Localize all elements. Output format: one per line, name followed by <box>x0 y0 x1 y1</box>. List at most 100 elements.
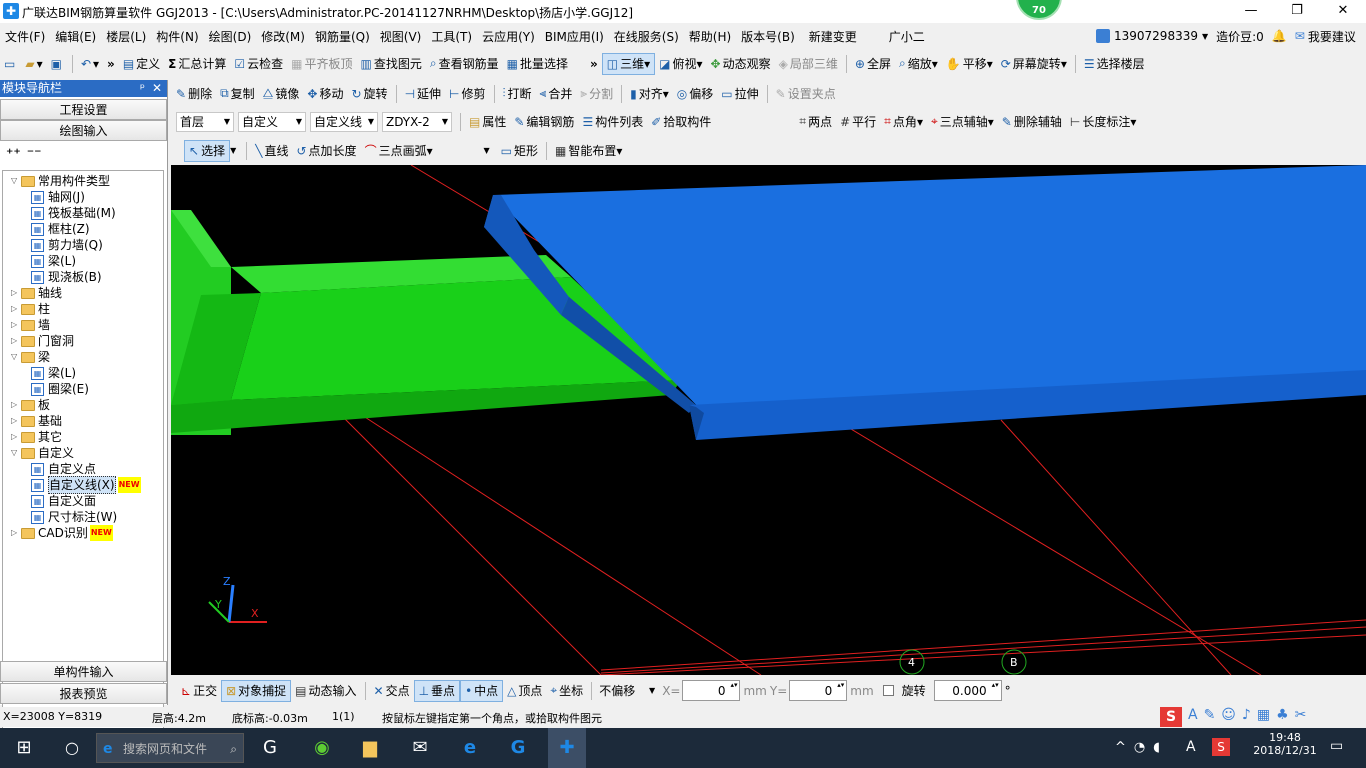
menu-item-10[interactable]: BIM应用(I) <box>540 28 609 45</box>
two-points-button[interactable]: ⌗ 两点 <box>795 111 836 133</box>
ortho-toggle[interactable]: ⊾ 正交 <box>177 680 221 702</box>
ime-indicator[interactable]: A <box>1186 739 1196 755</box>
name-select[interactable]: ZDYX-2 ▼ <box>382 111 452 132</box>
menu-item-13[interactable]: 版本号(B) <box>736 28 800 45</box>
view-3d-button[interactable]: ◫ 三维 ▾ <box>601 52 656 75</box>
menu-item-7[interactable]: 视图(V) <box>375 28 427 45</box>
split-button[interactable]: ⫸ 分割 <box>576 83 617 105</box>
tree-item-17[interactable]: ▽ 自定义 <box>11 445 74 461</box>
trim-button[interactable]: ⊢ 修剪 <box>445 83 489 105</box>
merge-button[interactable]: ⫷ 合并 <box>536 83 577 105</box>
overflow-chevron[interactable]: » <box>103 53 119 75</box>
select-button[interactable]: ↖ 选择 <box>184 139 231 162</box>
score-badge[interactable]: 70 <box>1016 0 1062 20</box>
tree-item-0[interactable]: ▽ 常用构件类型 <box>11 173 110 189</box>
dynamic-input-toggle[interactable]: ▤ 动态输入 <box>291 680 360 702</box>
top-view-button[interactable]: ◪ 俯视 ▾ <box>655 53 706 75</box>
arc-option-select[interactable]: ▼ <box>437 141 493 161</box>
expand-all-icon[interactable]: ⁺⁺ <box>6 146 21 162</box>
menu-item-9[interactable]: 云应用(Y) <box>477 28 540 45</box>
type-select[interactable]: 自定义线 ▼ <box>310 111 378 132</box>
local-3d-button[interactable]: ◈ 局部三维 <box>775 53 842 75</box>
menu-item-5[interactable]: 修改(M) <box>256 28 310 45</box>
define-button[interactable]: ▤ 定义 <box>119 53 164 75</box>
suggest-link[interactable]: 我要建议 <box>1308 28 1356 45</box>
glodon-g-icon[interactable]: G <box>504 734 532 762</box>
drawing-input-button[interactable]: 绘图输入 <box>0 120 167 141</box>
account-phone[interactable]: 13907298339 <box>1114 29 1198 43</box>
perpendicular-snap[interactable]: ⊥ 垂点 <box>413 679 461 702</box>
smart-layout-button[interactable]: ▦ 智能布置 ▾ <box>551 140 626 162</box>
open-file-button[interactable]: ▰ ▾ <box>21 53 46 75</box>
dynamic-view-button[interactable]: ✥ 动态观察 <box>707 53 775 75</box>
collapse-toggle-icon[interactable]: ▽ <box>11 349 21 365</box>
collapse-toggle-icon[interactable]: ▽ <box>11 173 21 189</box>
expand-toggle-icon[interactable]: ▷ <box>11 397 21 413</box>
app-g-icon[interactable]: G <box>256 734 284 762</box>
expand-toggle-icon[interactable]: ▷ <box>11 301 21 317</box>
tree-item-5[interactable]: ▦ 梁(L) <box>31 253 76 269</box>
select-floor-button[interactable]: ☰ 选择楼层 <box>1080 53 1149 75</box>
clock[interactable]: 19:48 2018/12/31 <box>1246 731 1324 757</box>
break-button[interactable]: ⫶ 打断 <box>499 83 536 105</box>
browser-360-icon[interactable]: ◉ <box>308 734 336 762</box>
tree-item-14[interactable]: ▷ 板 <box>11 397 50 413</box>
copy-button[interactable]: ⧉ 复制 <box>216 83 259 105</box>
menu-item-12[interactable]: 帮助(H) <box>684 28 736 45</box>
summary-button[interactable]: Σ 汇总计算 <box>164 53 230 75</box>
x-input[interactable]: 0 <box>682 680 741 701</box>
tree-item-15[interactable]: ▷ 基础 <box>11 413 62 429</box>
taskbar-search[interactable]: e 搜索网页和文件 ⌕ <box>96 733 244 763</box>
single-input-button[interactable]: 单构件输入 <box>0 661 167 682</box>
point-length-button[interactable]: ↺ 点加长度 <box>292 140 360 162</box>
minimize-button[interactable]: — <box>1228 0 1274 23</box>
tree-item-12[interactable]: ▦ 梁(L) <box>31 365 76 381</box>
coord-snap[interactable]: ⌖ 坐标 <box>546 680 587 702</box>
three-point-arc-button[interactable]: ⌒ 三点画弧 ▾ <box>361 140 437 162</box>
tree-item-1[interactable]: ▦ 轴网(J) <box>31 189 85 205</box>
tree-item-18[interactable]: ▦ 自定义点 <box>31 461 96 477</box>
intersect-snap[interactable]: ✕ 交点 <box>370 680 414 702</box>
menu-item-8[interactable]: 工具(T) <box>426 28 477 45</box>
menu-item-1[interactable]: 编辑(E) <box>50 28 101 45</box>
menu-item-6[interactable]: 钢筋量(Q) <box>310 28 375 45</box>
rotate-screen-button[interactable]: ⟳ 屏幕旋转 ▾ <box>997 53 1071 75</box>
properties-button[interactable]: ▤ 属性 <box>465 111 510 133</box>
expand-toggle-icon[interactable]: ▷ <box>11 317 21 333</box>
save-button[interactable]: ▣ <box>47 53 68 75</box>
sogou-ime-icon[interactable]: S <box>1160 707 1182 727</box>
tree-item-20[interactable]: ▦ 自定义面 <box>31 493 96 509</box>
tree-item-3[interactable]: ▦ 框柱(Z) <box>31 221 90 237</box>
expand-toggle-icon[interactable]: ▷ <box>11 333 21 349</box>
tree-item-4[interactable]: ▦ 剪力墙(Q) <box>31 237 103 253</box>
start-icon[interactable]: ⊞ <box>10 734 38 762</box>
vertex-snap[interactable]: △ 顶点 <box>503 680 546 702</box>
category-select[interactable]: 自定义 ▼ <box>238 111 306 132</box>
menu-item-11[interactable]: 在线服务(S) <box>609 28 684 45</box>
menu-item-0[interactable]: 文件(F) <box>0 28 50 45</box>
overflow-chevron-2[interactable]: » <box>586 53 602 75</box>
set-grip-button[interactable]: ✎ 设置夹点 <box>772 83 840 105</box>
collapse-all-icon[interactable]: ⁻⁻ <box>27 146 42 162</box>
stretch-button[interactable]: ▭ 拉伸 <box>717 83 762 105</box>
3d-viewport[interactable]: Z X Y 4 B <box>171 165 1366 675</box>
pan-button[interactable]: ✋ 平移 ▾ <box>942 53 997 75</box>
batch-select-button[interactable]: ▦ 批量选择 <box>503 53 572 75</box>
tree-item-21[interactable]: ▦ 尺寸标注(W) <box>31 509 117 525</box>
zoom-button[interactable]: ⌕ 缩放 ▾ <box>895 53 942 75</box>
expand-toggle-icon[interactable]: ▷ <box>11 413 21 429</box>
tree-item-6[interactable]: ▦ 现浇板(B) <box>31 269 102 285</box>
rotate-button[interactable]: ↻ 旋转 <box>347 83 391 105</box>
delete-axis-button[interactable]: ✎ 删除辅轴 <box>998 111 1066 133</box>
maximize-button[interactable]: ❐ <box>1274 0 1320 23</box>
expand-toggle-icon[interactable]: ▷ <box>11 285 21 301</box>
rectangle-button[interactable]: ▭ 矩形 <box>497 140 542 162</box>
report-preview-button[interactable]: 报表预览 <box>0 683 167 704</box>
bell-icon[interactable]: 🔔 <box>1272 29 1287 43</box>
fullscreen-button[interactable]: ⊕ 全屏 <box>851 53 895 75</box>
edge-icon[interactable]: e <box>456 734 484 762</box>
parallel-button[interactable]: # 平行 <box>836 111 880 133</box>
tree-item-16[interactable]: ▷ 其它 <box>11 429 62 445</box>
move-button[interactable]: ✥ 移动 <box>303 83 347 105</box>
line-button[interactable]: ╲ 直线 <box>251 140 292 162</box>
